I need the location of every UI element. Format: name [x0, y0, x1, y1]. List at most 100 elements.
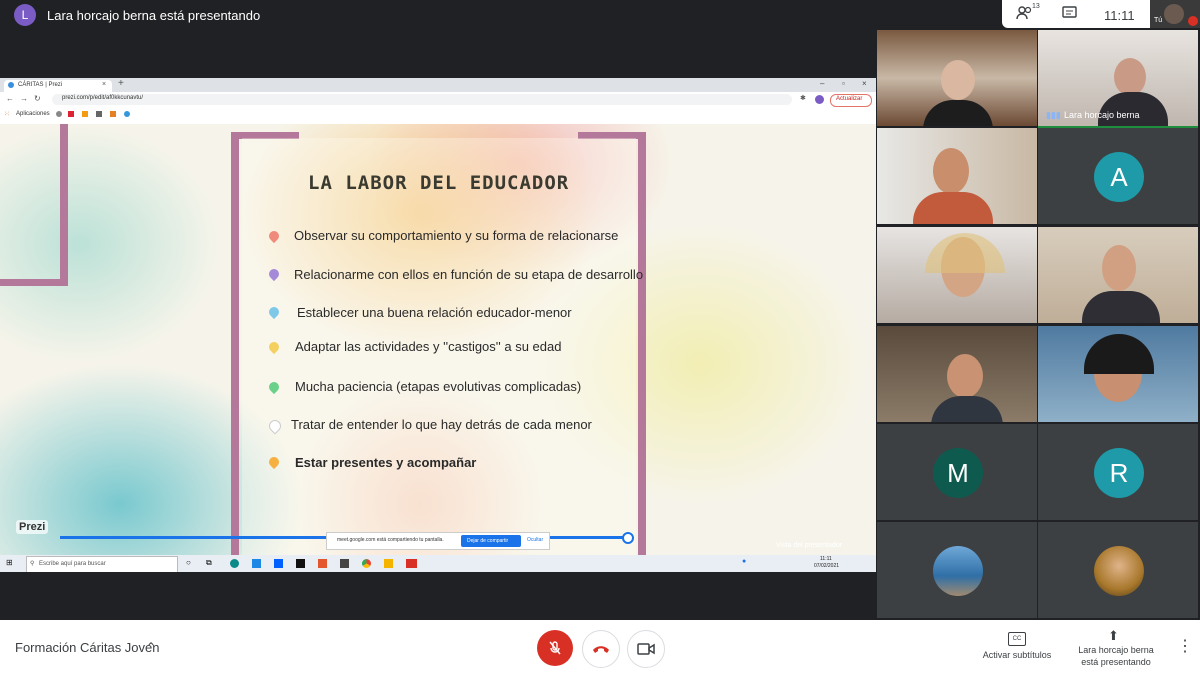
participant-video-tile[interactable] [1038, 227, 1198, 323]
mic-muted-button[interactable] [537, 630, 573, 666]
participant-video-tile[interactable] [877, 227, 1037, 323]
update-button-label: Actualizar [836, 96, 863, 102]
bookmarks-apps-label[interactable]: Aplicaciones [16, 111, 50, 117]
minimize-icon[interactable]: – [820, 79, 824, 88]
dropbox-icon[interactable] [274, 559, 283, 568]
slide-bullet: Observar su comportamiento y su forma de… [294, 228, 619, 243]
meeting-title[interactable]: Formación Cáritas Joven [15, 640, 160, 655]
chevron-up-icon[interactable]: ⌃ [146, 640, 156, 654]
office-icon[interactable] [318, 559, 327, 568]
participant-video-tile-speaking[interactable]: ▮▮▮ Lara horcajo berna [1038, 30, 1198, 128]
participant-face [1114, 58, 1146, 96]
screen-share-notice: meet.google.com está compartiendo tu pan… [326, 532, 550, 550]
chat-icon[interactable] [1062, 6, 1078, 23]
url-text: prezi.com/p/edit/af0kkcunavtu/ [62, 95, 144, 101]
taskbar-search-box[interactable]: ⚲ Escribe aquí para buscar [26, 556, 178, 572]
participant-body [913, 192, 993, 224]
windows-taskbar: ⊞ ⚲ Escribe aquí para buscar ○ ⧉ ● 11:11… [0, 555, 876, 572]
store-icon[interactable] [340, 559, 349, 568]
leave-call-button[interactable] [582, 630, 620, 668]
stop-sharing-button[interactable]: Dejar de compartir [461, 535, 521, 547]
participant-photo [1094, 546, 1144, 596]
app-icon[interactable] [406, 559, 417, 568]
profile-avatar[interactable] [815, 95, 824, 104]
slide-bullet: Tratar de entender lo que hay detrás de … [291, 417, 592, 432]
chrome-icon[interactable] [362, 559, 371, 568]
participant-photo-tile[interactable] [1038, 522, 1198, 618]
participant-name: Lara horcajo berna [1064, 110, 1140, 120]
top-controls: 13 11:11 [1002, 0, 1150, 28]
camera-button[interactable] [627, 630, 665, 668]
reload-icon[interactable]: ↻ [34, 94, 41, 103]
self-mic-muted-icon [1188, 16, 1198, 26]
taskbar-search-placeholder: Escribe aquí para buscar [39, 561, 106, 567]
folder-icon[interactable] [384, 559, 393, 568]
apps-icon[interactable]: ⁙ [4, 110, 10, 118]
edge-icon[interactable] [230, 559, 239, 568]
task-view-icon[interactable]: ⧉ [206, 558, 212, 568]
presenting-label-line1[interactable]: Lara horcajo berna [1070, 645, 1162, 655]
participant-avatar-tile[interactable]: A [1038, 128, 1198, 224]
presenting-label-line2[interactable]: está presentando [1070, 657, 1162, 667]
participant-video-tile[interactable] [1038, 326, 1198, 422]
participant-photo-tile[interactable] [877, 522, 1037, 618]
captions-icon[interactable]: CC [1008, 632, 1026, 646]
participant-body [1082, 291, 1160, 323]
slide-bullet: Establecer una buena relación educador-m… [297, 305, 572, 320]
browser-tab-bar: CÁRITAS | Prezi × + – ▫ × [0, 78, 876, 92]
hide-notice-button[interactable]: Ocultar [527, 537, 543, 543]
stop-sharing-label: Dejar de compartir [467, 538, 509, 544]
extensions-icon[interactable]: ✱ [800, 94, 806, 102]
windows-start-icon[interactable]: ⊞ [6, 558, 13, 567]
bookmark-icon[interactable] [96, 111, 102, 117]
participant-photo [933, 546, 983, 596]
url-field[interactable]: prezi.com/p/edit/af0kkcunavtu/ [52, 94, 792, 105]
self-video-tile[interactable]: Tú [1150, 0, 1200, 28]
system-tray-icon[interactable]: ● [742, 558, 746, 565]
bookmark-icon[interactable] [68, 111, 74, 117]
participant-face [1102, 245, 1136, 291]
participant-video-tile[interactable] [877, 128, 1037, 224]
bookmarks-bar: ⁙ Aplicaciones [0, 108, 876, 122]
browser-tab[interactable]: CÁRITAS | Prezi × [4, 80, 112, 92]
close-window-icon[interactable]: × [862, 79, 867, 88]
participant-avatar: R [1094, 448, 1144, 498]
participant-video-tile[interactable] [877, 326, 1037, 422]
maximize-icon[interactable]: ▫ [842, 79, 845, 88]
present-screen-icon[interactable]: ⬆︎ [1108, 628, 1119, 644]
bookmark-icon[interactable] [82, 111, 88, 117]
taskbar-time: 11:11 [820, 556, 832, 562]
captions-label[interactable]: Activar subtítulos [976, 650, 1058, 660]
browser-address-bar: ← → ↻ prezi.com/p/edit/af0kkcunavtu/ ✱ A… [0, 92, 876, 109]
participant-hair [1084, 334, 1154, 374]
slide-progress-handle[interactable] [622, 532, 634, 544]
participant-hair [925, 233, 1005, 273]
netflix-icon[interactable] [296, 559, 305, 568]
participant-body [1098, 92, 1168, 126]
bookmark-icon[interactable] [110, 111, 116, 117]
close-tab-icon[interactable]: × [102, 81, 106, 88]
presenter-status-text: Lara horcajo berna está presentando [47, 8, 261, 23]
slide-frame [231, 132, 239, 572]
bookmark-icon[interactable] [124, 111, 130, 117]
slide-title: LA LABOR DEL EDUCADOR [308, 172, 570, 194]
clock: 11:11 [1104, 8, 1135, 23]
camera-icon [637, 643, 655, 655]
participant-avatar-tile[interactable]: R [1038, 424, 1198, 520]
participant-video-tile[interactable] [877, 30, 1037, 126]
slide-frame-left [60, 124, 68, 284]
self-video-thumb [1164, 4, 1184, 24]
forward-icon[interactable]: → [20, 94, 28, 103]
more-options-icon[interactable]: ⋮ [1177, 636, 1193, 656]
taskbar-date: 07/02/2021 [814, 563, 840, 569]
browser-tab-title: CÁRITAS | Prezi [18, 82, 63, 88]
bookmark-icon[interactable] [56, 111, 62, 117]
participant-avatar-tile[interactable]: M [877, 424, 1037, 520]
new-tab-icon[interactable]: + [118, 78, 124, 89]
back-icon[interactable]: ← [6, 94, 14, 103]
update-button[interactable]: Actualizar [830, 94, 872, 107]
mail-icon[interactable] [252, 559, 261, 568]
cortana-icon[interactable]: ○ [186, 558, 191, 567]
presenter-view-button[interactable]: Vista del presentador [776, 542, 842, 549]
participant-face [947, 354, 983, 398]
